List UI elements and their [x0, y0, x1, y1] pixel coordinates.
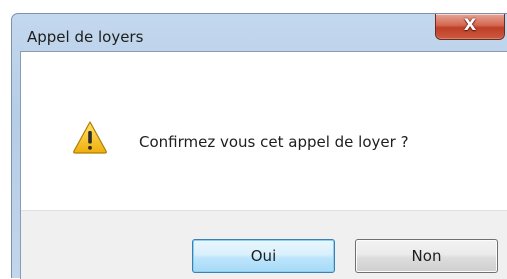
- no-button[interactable]: Non: [355, 239, 498, 273]
- message-area: Confirmez vous cet appel de loyer ?: [21, 52, 507, 210]
- dialog-window: Appel de loyers X Confirmez vous cet app…: [11, 13, 507, 279]
- button-bar: Oui Non: [21, 210, 507, 279]
- window-title: Appel de loyers: [27, 28, 144, 46]
- close-button[interactable]: X: [435, 14, 505, 40]
- warning-icon: [73, 121, 107, 154]
- dialog-body: Confirmez vous cet appel de loyer ? Oui …: [20, 51, 507, 279]
- confirmation-message: Confirmez vous cet appel de loyer ?: [139, 133, 409, 151]
- yes-button[interactable]: Oui: [192, 239, 335, 273]
- close-icon: X: [463, 15, 477, 34]
